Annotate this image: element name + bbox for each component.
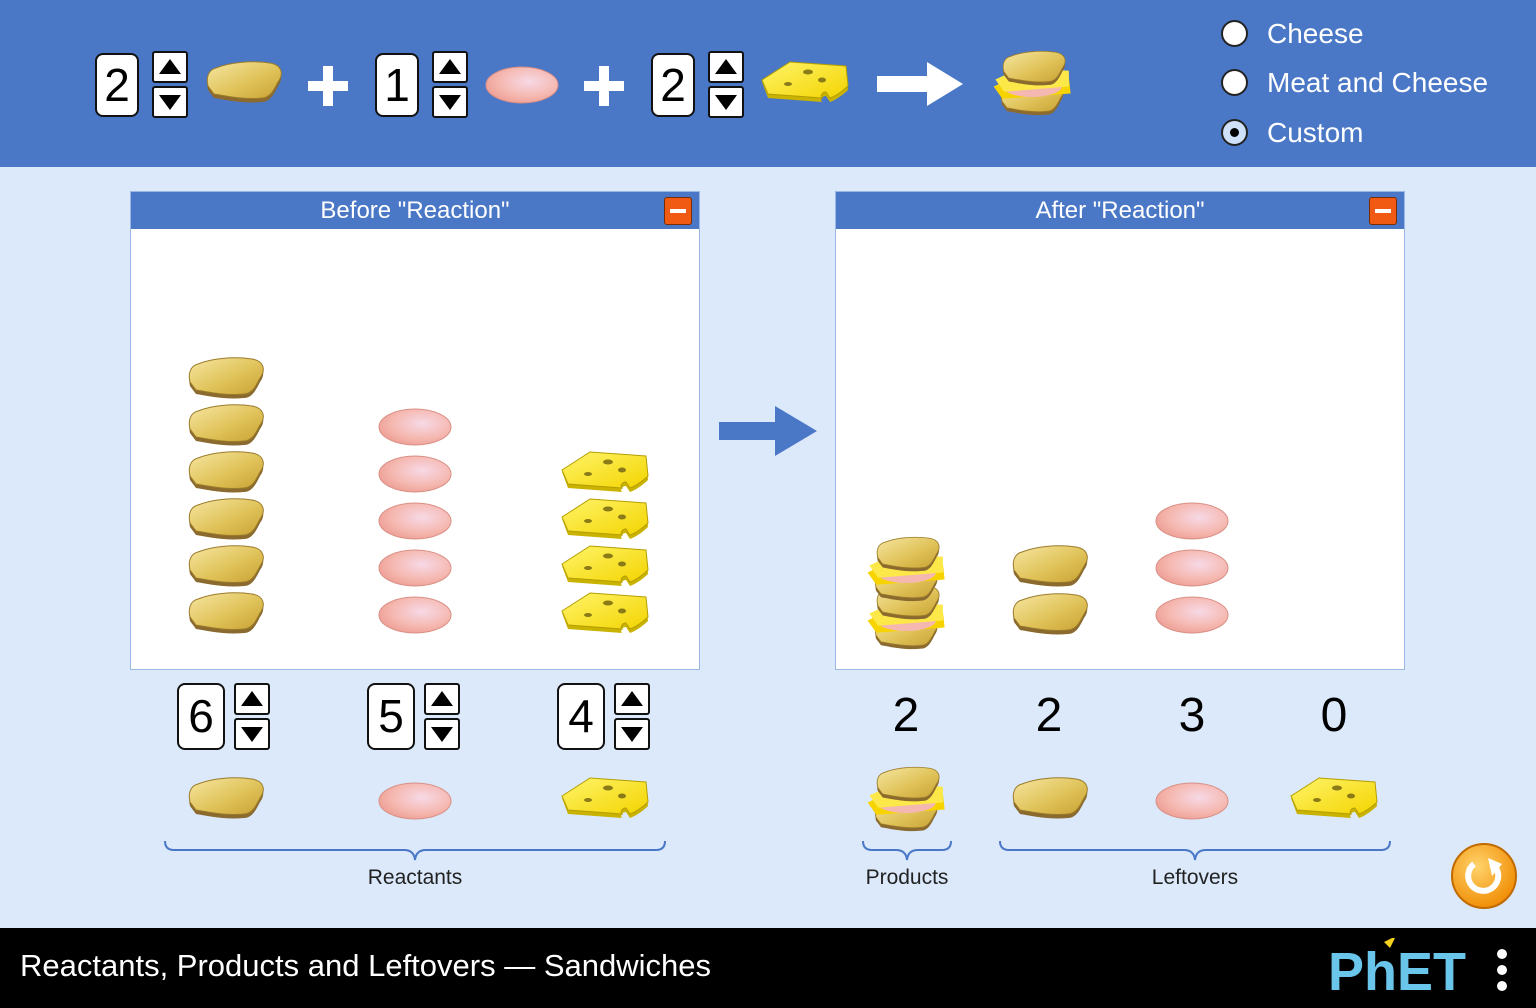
meat-icon — [377, 453, 453, 495]
phet-logo-text: PhET — [1328, 942, 1466, 998]
options-menu-icon[interactable] — [1492, 946, 1512, 994]
bread-icon — [186, 544, 266, 590]
cheese-icon — [560, 591, 652, 635]
meat-icon — [1154, 780, 1230, 822]
plus-icon — [584, 66, 624, 106]
leftover-cheese-count: 0 — [1320, 689, 1348, 742]
reactants-brace — [164, 840, 666, 861]
meat-icon — [1154, 500, 1230, 542]
bread-icon — [1010, 776, 1090, 822]
radio-option-meat-and-cheese[interactable]: Meat and Cheese — [1221, 67, 1501, 99]
meat-icon — [484, 64, 560, 106]
reactants-label: Reactants — [367, 866, 463, 889]
meat-icon — [377, 780, 453, 822]
bread-reactant-decrement-button[interactable] — [234, 718, 270, 750]
cheese-icon — [560, 544, 652, 588]
cheese-icon — [560, 776, 652, 820]
bread-icon — [204, 60, 284, 106]
meat-icon — [1154, 547, 1230, 589]
radio-option-custom[interactable]: Custom — [1221, 117, 1501, 149]
equation-bar: 2 1 2 Cheese Meat and Cheese Custom — [0, 0, 1536, 167]
bread-coefficient-display: 2 — [95, 53, 139, 117]
bread-reactant-increment-button[interactable] — [234, 683, 270, 715]
reset-all-button[interactable] — [1450, 842, 1518, 910]
products-brace — [862, 840, 952, 861]
bread-icon — [186, 450, 266, 496]
radio-button[interactable] — [1221, 69, 1248, 96]
collapse-panel-button[interactable] — [664, 197, 692, 225]
radio-button-selected[interactable] — [1221, 119, 1248, 146]
bread-icon — [1010, 592, 1090, 638]
cheese-coefficient-increment-button[interactable] — [708, 51, 744, 83]
meat-reactant-increment-button[interactable] — [424, 683, 460, 715]
cheese-icon — [560, 497, 652, 541]
radio-button[interactable] — [1221, 20, 1248, 47]
phet-logo[interactable]: PhET — [1326, 938, 1486, 998]
panel-title: Before "Reaction" — [131, 192, 699, 229]
radio-label: Custom — [1267, 117, 1364, 148]
bread-icon — [1010, 544, 1090, 590]
meat-coefficient-increment-button[interactable] — [432, 51, 468, 83]
plus-icon — [308, 66, 348, 106]
bread-icon — [186, 403, 266, 449]
leftovers-brace — [999, 840, 1391, 861]
meat-reactant-decrement-button[interactable] — [424, 718, 460, 750]
meat-coefficient-display: 1 — [375, 53, 419, 117]
bread-icon — [186, 356, 266, 402]
reaction-arrow-icon — [719, 406, 817, 456]
cheese-reactant-count-display: 4 — [557, 683, 605, 750]
meat-icon — [377, 500, 453, 542]
reaction-arrow-icon — [877, 62, 963, 106]
radio-option-cheese[interactable]: Cheese — [1221, 18, 1501, 50]
bread-icon — [186, 776, 266, 822]
cheese-coefficient-decrement-button[interactable] — [708, 86, 744, 118]
navigation-bar: Reactants, Products and Leftovers — Sand… — [0, 928, 1536, 1008]
sandwich-icon — [862, 764, 952, 834]
bread-icon — [186, 591, 266, 637]
cheese-icon — [1289, 776, 1381, 820]
meat-coefficient-decrement-button[interactable] — [432, 86, 468, 118]
sandwich-icon — [988, 48, 1078, 118]
bread-coefficient-decrement-button[interactable] — [152, 86, 188, 118]
bread-icon — [186, 497, 266, 543]
cheese-icon — [760, 60, 852, 104]
bread-reactant-count-display: 6 — [177, 683, 225, 750]
product-sandwich-count: 2 — [892, 689, 920, 742]
meat-reactant-count-display: 5 — [367, 683, 415, 750]
leftover-meat-count: 3 — [1178, 689, 1206, 742]
meat-icon — [1154, 594, 1230, 636]
sandwich-icon — [862, 534, 952, 604]
products-label: Products — [865, 866, 949, 889]
bread-coefficient-increment-button[interactable] — [152, 51, 188, 83]
meat-icon — [377, 547, 453, 589]
collapse-panel-button[interactable] — [1369, 197, 1397, 225]
cheese-coefficient-display: 2 — [651, 53, 695, 117]
leftover-bread-count: 2 — [1035, 689, 1063, 742]
radio-label: Meat and Cheese — [1267, 67, 1489, 98]
meat-icon — [377, 594, 453, 636]
leftovers-label: Leftovers — [1151, 866, 1239, 889]
panel-title: After "Reaction" — [836, 192, 1404, 229]
cheese-reactant-decrement-button[interactable] — [614, 718, 650, 750]
sim-title: Reactants, Products and Leftovers — Sand… — [20, 948, 711, 983]
cheese-reactant-increment-button[interactable] — [614, 683, 650, 715]
radio-label: Cheese — [1267, 18, 1364, 49]
meat-icon — [377, 406, 453, 448]
cheese-icon — [560, 450, 652, 494]
